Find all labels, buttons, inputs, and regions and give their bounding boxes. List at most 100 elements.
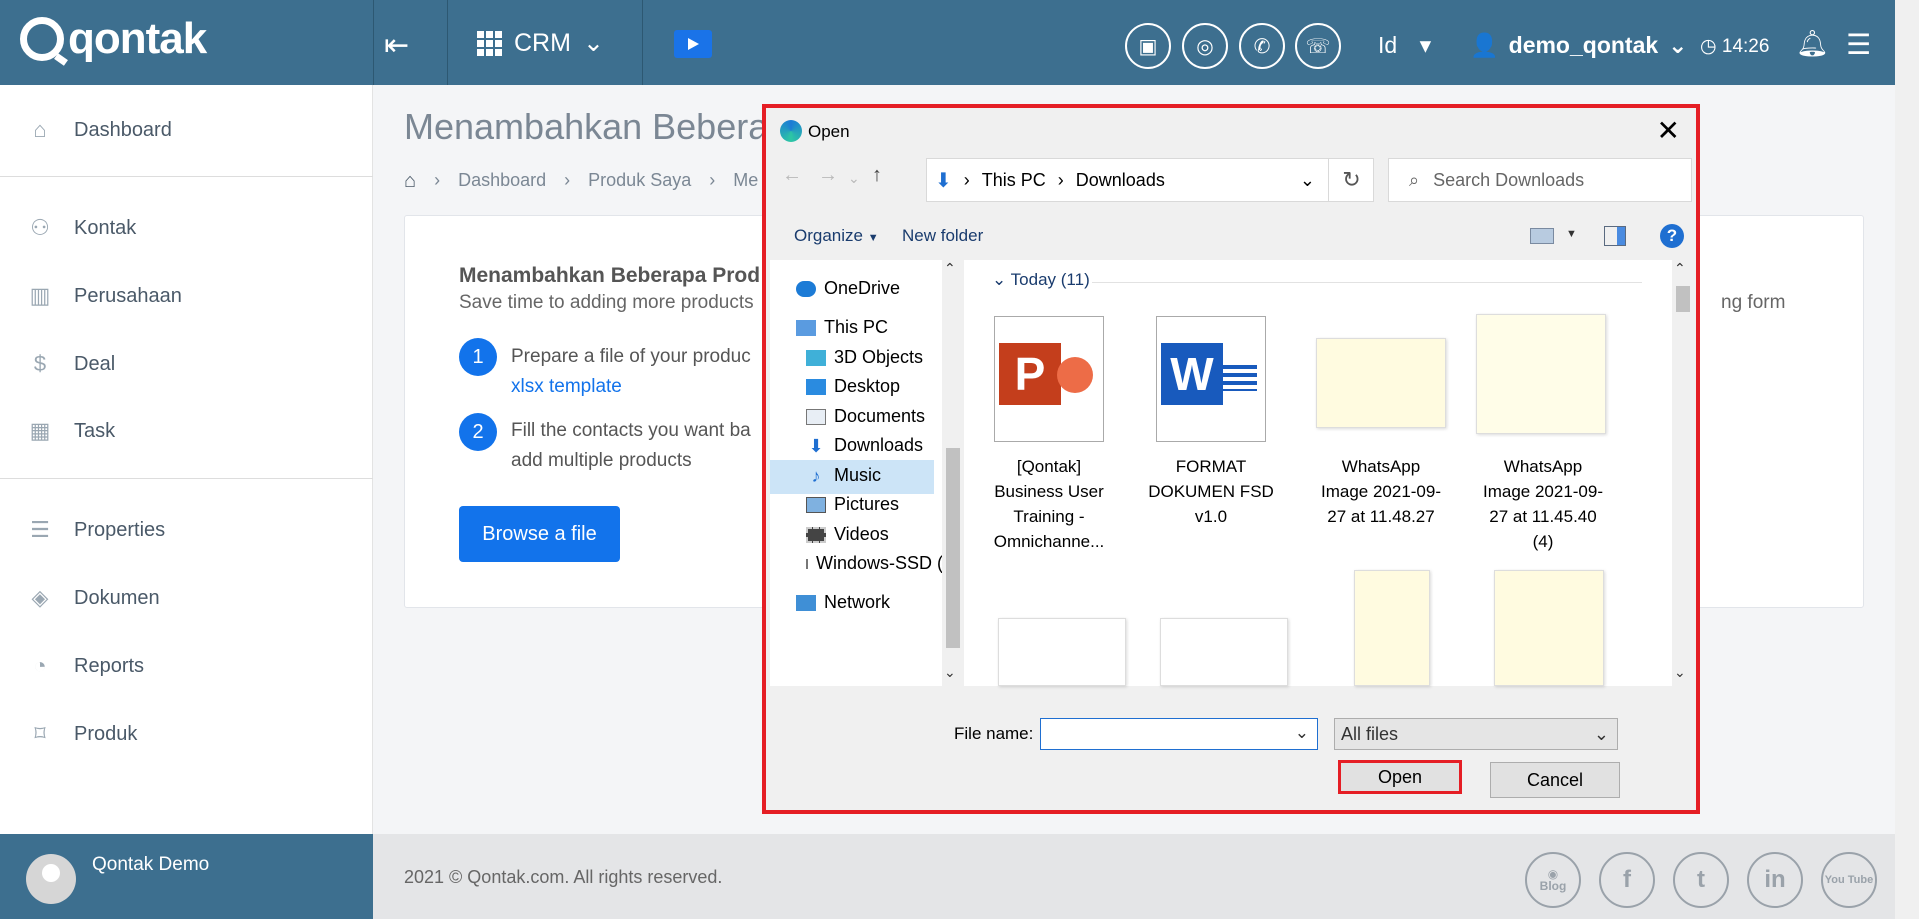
file-type-value: All files: [1341, 724, 1399, 744]
address-bar[interactable]: ⬇ › This PC › Downloads ⌄: [926, 158, 1374, 202]
tree-item-desktop[interactable]: Desktop: [806, 376, 900, 397]
path-this-pc[interactable]: This PC: [982, 170, 1046, 191]
sidebar-item-produk[interactable]: ⌑ Produk: [28, 721, 137, 747]
module-switcher[interactable]: CRM ⌄: [477, 28, 604, 58]
video-icon[interactable]: [674, 30, 712, 58]
music-icon: ♪: [811, 465, 821, 486]
address-dropdown-icon[interactable]: ⌄: [1300, 170, 1315, 191]
path-separator-icon: ›: [1057, 169, 1064, 190]
sidebar-user-panel[interactable]: Qontak Demo: [0, 834, 373, 919]
twitter-icon[interactable]: t: [1673, 852, 1729, 908]
breadcrumb-separator: ›: [709, 170, 716, 190]
chevron-down-icon[interactable]: ⌄: [1295, 723, 1309, 743]
youtube-icon[interactable]: You Tube: [1821, 852, 1877, 908]
blog-icon[interactable]: ◉ Blog: [1525, 852, 1581, 908]
file-name: [Qontak] Business User Training - Omnich…: [993, 457, 1105, 551]
tree-item-music[interactable]: ♪ Music: [806, 465, 882, 486]
file-name-label: File name:: [954, 724, 1034, 743]
tree-item-label: Videos: [834, 524, 889, 544]
film-icon: [806, 526, 826, 543]
money-icon[interactable]: ▣: [1125, 23, 1171, 69]
chat-icon[interactable]: ◎: [1182, 23, 1228, 69]
download-folder-icon: ⬇: [935, 169, 952, 192]
close-icon[interactable]: ✕: [1657, 114, 1680, 147]
change-view-icon[interactable]: [1530, 228, 1554, 244]
up-arrow-icon[interactable]: ↑: [872, 164, 882, 187]
scroll-down-icon[interactable]: ⌄: [944, 664, 956, 681]
back-arrow-icon[interactable]: ←: [782, 164, 802, 187]
twitter-label: t: [1697, 866, 1705, 893]
view-dropdown-icon[interactable]: ▼: [1566, 228, 1577, 240]
forward-arrow-icon[interactable]: →: [818, 164, 838, 187]
linkedin-icon[interactable]: in: [1747, 852, 1803, 908]
group-label: Today (11): [1010, 270, 1090, 289]
cancel-button[interactable]: Cancel: [1490, 762, 1620, 798]
tree-item-label: Pictures: [834, 494, 900, 514]
language-selector[interactable]: Id ▾: [1378, 32, 1431, 59]
sidebar-item-label: Produk: [74, 722, 138, 745]
menu-toggle-icon[interactable]: ⇤: [384, 28, 409, 63]
file-type-select[interactable]: All files ⌄: [1334, 718, 1618, 750]
organize-button[interactable]: Organize ▼: [794, 226, 879, 246]
image-thumbnail[interactable]: [1160, 618, 1288, 686]
sidebar: ⌂ Dashboard ⚇ Kontak ▥ Perusahaan $ Deal ▦ Ta…: [0, 85, 373, 834]
image-thumbnail[interactable]: [1354, 570, 1430, 686]
scrollbar-thumb[interactable]: [1676, 286, 1690, 312]
sidebar-item-perusahaan[interactable]: ▥ Perusahaan: [28, 283, 182, 309]
tree-item-downloads[interactable]: ⬇ Downloads: [806, 435, 923, 456]
tree-item-pictures[interactable]: Pictures: [806, 494, 899, 515]
tree-item-this-pc[interactable]: This PC: [796, 317, 888, 338]
sidebar-item-task[interactable]: ▦ Task: [28, 418, 116, 444]
tree-item-videos[interactable]: Videos: [806, 524, 889, 545]
home-icon[interactable]: ⌂: [404, 170, 416, 193]
sidebar-item-deal[interactable]: $ Deal: [28, 351, 115, 377]
group-header-today[interactable]: ⌄ Today (11): [992, 270, 1090, 290]
breadcrumb-produk-saya[interactable]: Produk Saya: [588, 170, 691, 193]
help-icon[interactable]: ?: [1660, 224, 1684, 248]
file-name-input[interactable]: ⌄: [1040, 718, 1318, 750]
scroll-up-icon[interactable]: ⌃: [1674, 260, 1686, 277]
tree-item-network[interactable]: Network: [796, 592, 890, 613]
new-folder-button[interactable]: New folder: [902, 226, 983, 246]
browse-file-button[interactable]: Browse a file: [459, 506, 620, 562]
facebook-icon[interactable]: f: [1599, 852, 1655, 908]
tree-item-label: Documents: [834, 406, 926, 426]
tree-item-3d-objects[interactable]: 3D Objects: [806, 347, 923, 368]
page-scrollbar[interactable]: [1895, 0, 1919, 919]
sidebar-item-dashboard[interactable]: ⌂ Dashboard: [28, 117, 172, 143]
sidebar-item-kontak[interactable]: ⚇ Kontak: [28, 215, 136, 241]
open-button[interactable]: Open: [1338, 760, 1462, 794]
scrollbar-thumb[interactable]: [946, 448, 960, 648]
preview-pane-icon[interactable]: [1604, 226, 1626, 246]
list-icon: ☰: [30, 517, 50, 542]
qontak-logo[interactable]: qontak: [20, 14, 207, 64]
tree-item-label: Downloads: [834, 435, 924, 455]
linkedin-label: in: [1764, 866, 1786, 893]
sidebar-item-properties[interactable]: ☰ Properties: [28, 517, 165, 543]
clock: ◷ 14:26: [1700, 35, 1769, 58]
phone-icon[interactable]: ✆: [1239, 23, 1285, 69]
search-input[interactable]: ⌕ Search Downloads: [1388, 158, 1692, 202]
scroll-up-icon[interactable]: ⌃: [944, 260, 956, 277]
breadcrumb-dashboard[interactable]: Dashboard: [458, 170, 546, 193]
sidebar-item-dokumen[interactable]: ◈ Dokumen: [28, 585, 160, 611]
tree-item-onedrive[interactable]: OneDrive: [796, 278, 900, 299]
organize-label: Organize: [794, 226, 863, 245]
path-downloads[interactable]: Downloads: [1076, 170, 1165, 191]
file-list-scrollbar[interactable]: [1672, 260, 1692, 686]
image-thumbnail[interactable]: [998, 618, 1126, 686]
hamburger-icon[interactable]: ☰: [1846, 28, 1871, 61]
dialog-toolbar: Organize ▼ New folder ▼ ?: [766, 214, 1696, 258]
scroll-down-icon[interactable]: ⌄: [1674, 664, 1686, 681]
xlsx-template-link[interactable]: xlsx template: [511, 376, 622, 397]
bell-icon[interactable]: 🔔︎: [1796, 28, 1829, 59]
recent-dropdown-icon[interactable]: ⌄: [848, 170, 860, 187]
tree-item-windows-ssd[interactable]: Windows-SSD (C: [806, 553, 946, 574]
tree-item-documents[interactable]: Documents: [806, 406, 925, 427]
sidebar-item-reports[interactable]: ◔ Reports: [28, 653, 144, 679]
refresh-icon[interactable]: ↻: [1328, 158, 1374, 202]
user-menu[interactable]: 👤 demo_qontak ⌄: [1470, 32, 1687, 59]
sidebar-item-label: Dashboard: [74, 118, 172, 141]
call-log-icon[interactable]: ☏: [1295, 23, 1341, 69]
image-thumbnail[interactable]: [1494, 570, 1604, 686]
